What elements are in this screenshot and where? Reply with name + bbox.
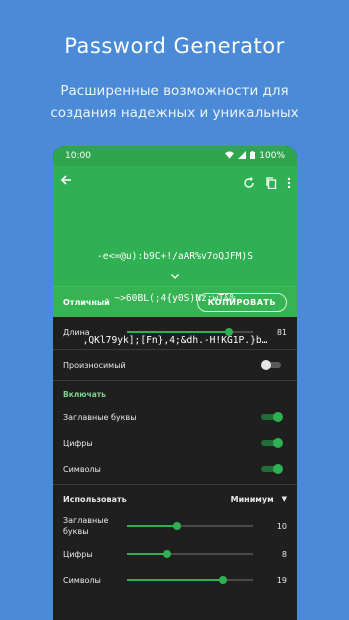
symbols-toggle[interactable] xyxy=(261,464,283,474)
battery-level: 100% xyxy=(259,151,285,161)
promo-subtitle: Расширенные возможности для создания над… xyxy=(0,80,349,124)
uppercase-toggle[interactable] xyxy=(261,412,283,422)
battery-icon xyxy=(250,150,256,162)
min-upper-value: 10 xyxy=(276,521,287,531)
min-symbols-row: Символы 19 xyxy=(53,567,297,593)
min-upper-row: Заглавные буквы 10 xyxy=(53,511,297,541)
refresh-icon[interactable] xyxy=(243,174,255,193)
min-upper-label: Заглавные буквы xyxy=(63,516,109,536)
wifi-icon xyxy=(225,150,235,162)
symbols-label: Символы xyxy=(63,464,101,474)
min-digits-value: 8 xyxy=(281,549,287,559)
promo-title: Password Generator xyxy=(64,34,285,58)
pronounceable-toggle[interactable] xyxy=(261,360,283,370)
phone-screen: 10:00 100% -e<=@u):b9C+!/aAR%v7oQJFM)S ~… xyxy=(53,146,297,620)
copy-icon[interactable] xyxy=(265,174,277,193)
min-symbols-label: Символы xyxy=(63,575,101,585)
promo-subtitle-line2: создания надежных и уникальных xyxy=(50,105,299,121)
min-symbols-slider[interactable] xyxy=(127,572,253,588)
length-value: 81 xyxy=(276,327,287,337)
status-bar: 10:00 100% xyxy=(53,146,297,166)
digits-row[interactable]: Цифры xyxy=(53,430,297,456)
min-digits-slider[interactable] xyxy=(127,546,253,562)
signal-icon xyxy=(238,150,247,162)
more-vert-icon[interactable] xyxy=(287,174,291,193)
status-time: 10:00 xyxy=(65,151,91,161)
min-digits-row: Цифры 8 xyxy=(53,541,297,567)
use-select[interactable]: Минимум xyxy=(231,495,274,504)
min-upper-slider[interactable] xyxy=(127,518,253,534)
promo-subtitle-line1: Расширенные возможности для xyxy=(60,83,289,99)
symbols-row[interactable]: Символы xyxy=(53,456,297,482)
password-line: -e<=@u):b9C+!/aAR%v7oQJFM)S xyxy=(97,251,253,262)
min-digits-label: Цифры xyxy=(63,549,93,559)
length-slider[interactable] xyxy=(127,324,253,340)
use-label: Использовать xyxy=(63,494,127,504)
dropdown-caret-icon[interactable]: ▼ xyxy=(282,495,287,503)
settings-list: Длина 81 Произносимый Включать Заглавные… xyxy=(53,317,297,593)
use-row[interactable]: Использовать Минимум ▼ xyxy=(53,487,297,511)
min-symbols-value: 19 xyxy=(276,575,287,585)
password-panel: -e<=@u):b9C+!/aAR%v7oQJFM)S ~>60BL(;4{y0… xyxy=(53,166,297,346)
password-line: ~>60BL(;4{y0S)Nz:wT&% xyxy=(114,293,236,304)
digits-label: Цифры xyxy=(63,438,93,448)
back-arrow-icon[interactable] xyxy=(60,174,72,190)
include-header: Включать xyxy=(63,390,106,399)
uppercase-label: Заглавные буквы xyxy=(63,412,137,422)
chevron-down-icon[interactable] xyxy=(53,271,297,282)
uppercase-row[interactable]: Заглавные буквы xyxy=(53,404,297,430)
length-label: Длина xyxy=(63,327,90,337)
length-row: Длина 81 xyxy=(53,317,297,347)
pronounceable-label: Произносимый xyxy=(63,360,126,370)
pronounceable-row[interactable]: Произносимый xyxy=(53,352,297,378)
digits-toggle[interactable] xyxy=(261,438,283,448)
